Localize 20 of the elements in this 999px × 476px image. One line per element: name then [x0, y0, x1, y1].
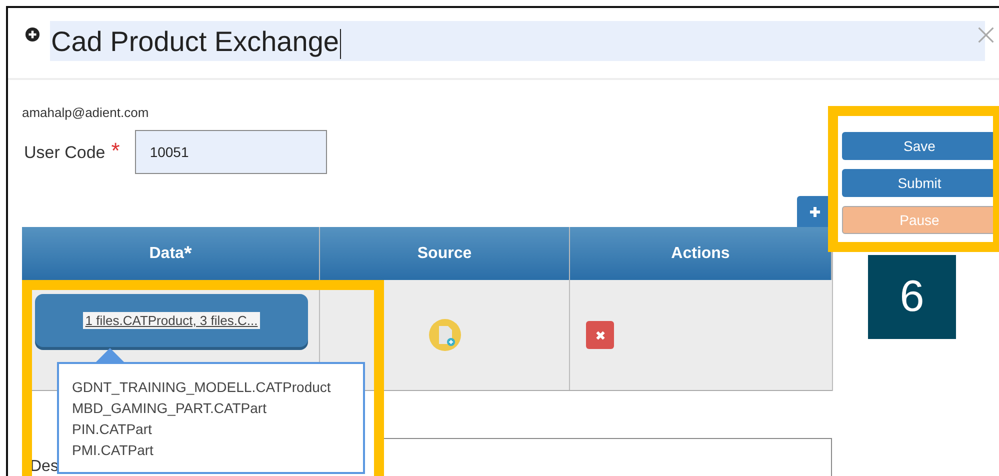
add-circle-icon	[25, 27, 40, 42]
plus-icon	[808, 206, 820, 218]
description-field[interactable]	[382, 438, 832, 476]
file-name: GDNT_TRAINING_MODELL.CATProduct	[72, 378, 332, 397]
user-code-label: User Code	[24, 143, 106, 163]
file-name: PIN.CATPart	[72, 420, 153, 439]
add-document-icon[interactable]	[428, 318, 462, 352]
delete-icon	[594, 330, 606, 340]
window-title[interactable]: Cad Product Exchange	[50, 21, 985, 61]
delete-button[interactable]	[586, 321, 614, 349]
file-name: MBD_GAMING_PART.CATPart	[72, 399, 268, 418]
column-header: Actions	[570, 227, 832, 280]
close-icon[interactable]	[977, 26, 995, 44]
required-mark: *	[111, 138, 120, 164]
step-number-badge: 6	[868, 255, 956, 339]
user-email: amahalp@adient.com	[22, 105, 150, 120]
files-button[interactable]: 1 files.CATProduct, 3 files.C...	[35, 294, 308, 347]
file-name: PMI.CATPart	[72, 441, 154, 460]
column-header: Source	[320, 227, 570, 280]
user-code-field[interactable]: 10051	[134, 130, 327, 174]
